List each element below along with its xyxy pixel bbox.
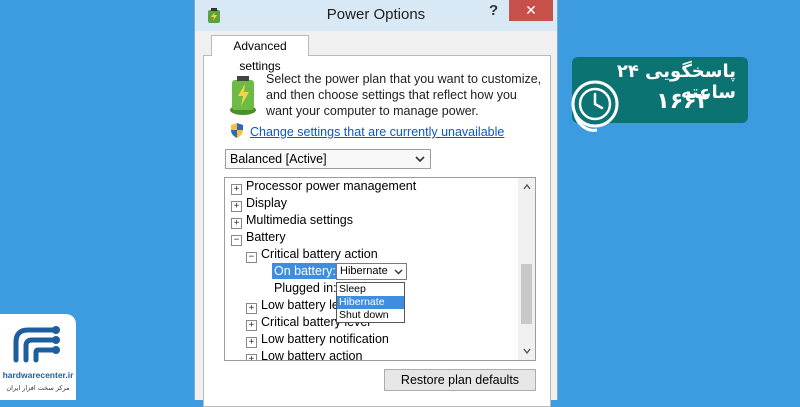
collapse-icon[interactable]: −: [246, 252, 257, 263]
chevron-down-icon: [394, 269, 403, 275]
tree-item-battery[interactable]: − Battery: [231, 229, 286, 246]
tree-item-low-battery-level[interactable]: + Low battery lev: [246, 297, 345, 314]
title-bar: Power Options ? ✕: [195, 0, 557, 31]
logo-tagline: مرکز سخت افزار ایران: [6, 384, 70, 392]
settings-tree[interactable]: + Processor power management + Display + Mu…: [224, 177, 536, 361]
tree-item-processor[interactable]: + Processor power management: [231, 178, 416, 195]
restore-defaults-button[interactable]: Restore plan defaults: [384, 369, 536, 391]
support-phone-number: ۱۶۶۲: [656, 89, 710, 114]
tree-scrollbar[interactable]: [518, 178, 535, 360]
on-battery-select[interactable]: Hibernate: [336, 263, 407, 280]
battery-icon: [230, 76, 256, 115]
uac-shield-icon: [231, 123, 243, 138]
power-plan-select[interactable]: Balanced [Active]: [225, 149, 431, 169]
scroll-thumb[interactable]: [521, 264, 532, 324]
scroll-down-arrow-icon[interactable]: [522, 346, 532, 356]
hardwarecenter-logo[interactable]: hardwarecenter.ir مرکز سخت افزار ایران: [0, 314, 76, 400]
tree-item-multimedia[interactable]: + Multimedia settings: [231, 212, 353, 229]
close-button[interactable]: ✕: [509, 0, 553, 21]
circuit-logo-icon: [13, 326, 60, 363]
expand-icon[interactable]: +: [246, 354, 257, 360]
scroll-up-arrow-icon[interactable]: [522, 182, 532, 192]
change-settings-link[interactable]: Change settings that are currently unava…: [250, 125, 504, 139]
action-dropdown-list[interactable]: Sleep Hibernate Shut down: [336, 282, 405, 323]
tab-advanced-settings[interactable]: Advanced settings: [211, 35, 309, 73]
tree-item-critical-battery-action[interactable]: − Critical battery action: [246, 246, 378, 263]
tree-item-label: Low battery action: [261, 349, 363, 361]
tree-item-label: Low battery lev: [261, 298, 346, 312]
tree-item-low-battery-notification[interactable]: + Low battery notification: [246, 331, 389, 348]
description-text: Select the power plan that you want to c…: [266, 72, 542, 118]
clock-phone-icon: [571, 80, 619, 132]
help-button[interactable]: ?: [489, 2, 498, 19]
tree-item-label: Processor power management: [246, 179, 417, 193]
tree-item-label: Critical battery action: [261, 247, 378, 261]
power-plan-value: Balanced [Active]: [230, 152, 327, 166]
power-options-window: Power Options ? ✕ Advanced settings Sele…: [194, 0, 558, 407]
tree-item-display[interactable]: + Display: [231, 195, 287, 212]
tree-item-label: Display: [246, 196, 287, 210]
expand-icon[interactable]: +: [231, 184, 242, 195]
option-sleep[interactable]: Sleep: [337, 283, 404, 296]
option-hibernate[interactable]: Hibernate: [337, 296, 404, 309]
expand-icon[interactable]: +: [246, 337, 257, 348]
tree-item-label: Multimedia settings: [246, 213, 353, 227]
tree-item-label: Battery: [246, 230, 286, 244]
logo-name: hardwarecenter.ir: [2, 370, 74, 380]
expand-icon[interactable]: +: [246, 303, 257, 314]
collapse-icon[interactable]: −: [231, 235, 242, 246]
window-title: Power Options: [326, 6, 426, 23]
option-shut-down[interactable]: Shut down: [337, 309, 404, 322]
expand-icon[interactable]: +: [231, 201, 242, 212]
on-battery-label[interactable]: On battery:: [272, 263, 338, 279]
on-battery-value: Hibernate: [340, 265, 388, 277]
tree-item-label: Low battery notification: [261, 332, 389, 346]
tree-item-low-battery-action[interactable]: + Low battery action: [246, 348, 363, 361]
advanced-settings-panel: Select the power plan that you want to c…: [203, 55, 551, 407]
chevron-down-icon: [415, 156, 425, 163]
expand-icon[interactable]: +: [231, 218, 242, 229]
expand-icon[interactable]: +: [246, 320, 257, 331]
tree-item-plugged-in[interactable]: Plugged in:: [274, 280, 337, 297]
